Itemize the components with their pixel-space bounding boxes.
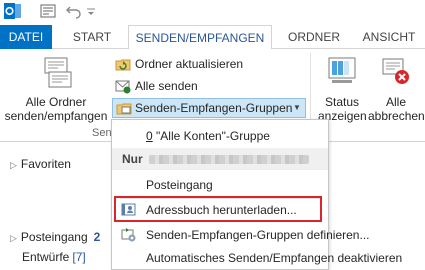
- chevron-down-icon: ▼: [293, 103, 301, 112]
- send-all-icon: [115, 80, 131, 94]
- cancel-all-icon: [382, 58, 409, 84]
- tab-send-receive[interactable]: SENDEN/EMPFANGEN: [128, 25, 272, 50]
- send-receive-icon[interactable]: [40, 3, 56, 19]
- favorites-header[interactable]: ▷ Favoriten: [10, 157, 71, 171]
- sendreceive-groups-button[interactable]: Senden-Empfangen-Gruppen ▼: [112, 98, 306, 118]
- show-status-button[interactable]: Status anzeigen: [318, 51, 367, 125]
- update-folder-label: Ordner aktualisieren: [135, 57, 244, 71]
- menu-item-all-accounts[interactable]: 0 "Alle Konten"-Gruppe: [112, 125, 328, 147]
- update-folder-button[interactable]: Ordner aktualisieren: [115, 54, 275, 74]
- menu-item-define-groups[interactable]: Senden-Empfangen-Gruppen definieren...: [112, 224, 369, 246]
- menu-header-only: Nur: [112, 148, 328, 170]
- send-receive-all-folders-button[interactable]: Alle Ordner senden/empfangen: [4, 51, 108, 125]
- highlight-annotation: [114, 196, 322, 222]
- collapsed-triangle-icon: ▷: [10, 233, 17, 243]
- menu-item-all-accounts-label: "Alle Konten"-Gruppe: [156, 129, 270, 143]
- cancel-all-button[interactable]: Alle abbrechen: [368, 51, 425, 125]
- progress-status-icon: [328, 57, 356, 83]
- cancel-all-label-1: Alle: [385, 95, 406, 109]
- define-groups-icon: [121, 228, 136, 242]
- folder-pane: ▷ Favoriten ▷ Posteingang 2 Entwürfe [7]: [0, 143, 114, 270]
- folder-inbox[interactable]: ▷ Posteingang 2: [10, 230, 100, 244]
- customize-toolbar-icon[interactable]: [86, 3, 96, 19]
- menu-item-inbox[interactable]: Posteingang: [112, 174, 328, 196]
- undo-icon[interactable]: [66, 3, 82, 19]
- ribbon-tabs: DATEI START SENDEN/EMPFANGEN ORDNER ANSI…: [0, 25, 425, 50]
- favorites-label: Favoriten: [20, 157, 71, 171]
- send-receive-all-label-1: Alle Ordner: [25, 95, 87, 109]
- menu-header-only-label: Nur: [122, 152, 143, 166]
- sendreceive-groups-icon: [116, 103, 132, 115]
- drafts-count: [7]: [72, 250, 86, 264]
- collapsed-triangle-icon: ▷: [10, 160, 17, 170]
- tab-view[interactable]: ANSICHT: [356, 25, 422, 49]
- drafts-label: Entwürfe: [22, 250, 70, 264]
- inbox-label: Posteingang: [20, 230, 88, 244]
- folder-drafts[interactable]: Entwürfe [7]: [22, 250, 86, 264]
- tab-start[interactable]: START: [63, 25, 121, 49]
- outlook-app-icon: [4, 3, 21, 19]
- menu-item-all-accounts-accelerator: 0: [146, 129, 153, 143]
- sendreceive-groups-menu: 0 "Alle Konten"-Gruppe Nur Posteingang A…: [111, 119, 402, 270]
- send-all-label: Alle senden: [135, 79, 198, 93]
- tab-folder[interactable]: ORDNER: [279, 25, 349, 49]
- menu-item-disable-auto-sendreceive[interactable]: Automatisches Senden/Empfangen deaktivie…: [112, 247, 402, 269]
- tab-file[interactable]: DATEI: [0, 25, 52, 49]
- refresh-folder-icon: [115, 59, 131, 71]
- menu-item-define-groups-label: Senden-Empfangen-Gruppen definieren...: [146, 228, 370, 242]
- quick-access-toolbar: [0, 0, 425, 22]
- cancel-all-label-2: abbrechen: [368, 109, 425, 123]
- menu-item-disable-auto-label: Automatisches Senden/Empfangen deaktivie…: [146, 251, 403, 265]
- sendreceive-groups-label: Senden-Empfangen-Gruppen: [135, 101, 293, 115]
- redacted-account-name: [149, 155, 309, 164]
- send-receive-all-label-2: senden/empfangen: [4, 109, 108, 123]
- send-all-button[interactable]: Alle senden: [115, 76, 235, 96]
- send-receive-all-icon: [44, 57, 72, 88]
- menu-item-inbox-label: Posteingang: [146, 178, 213, 192]
- show-status-label-1: Status: [324, 95, 360, 109]
- inbox-unread-count: 2: [93, 230, 101, 244]
